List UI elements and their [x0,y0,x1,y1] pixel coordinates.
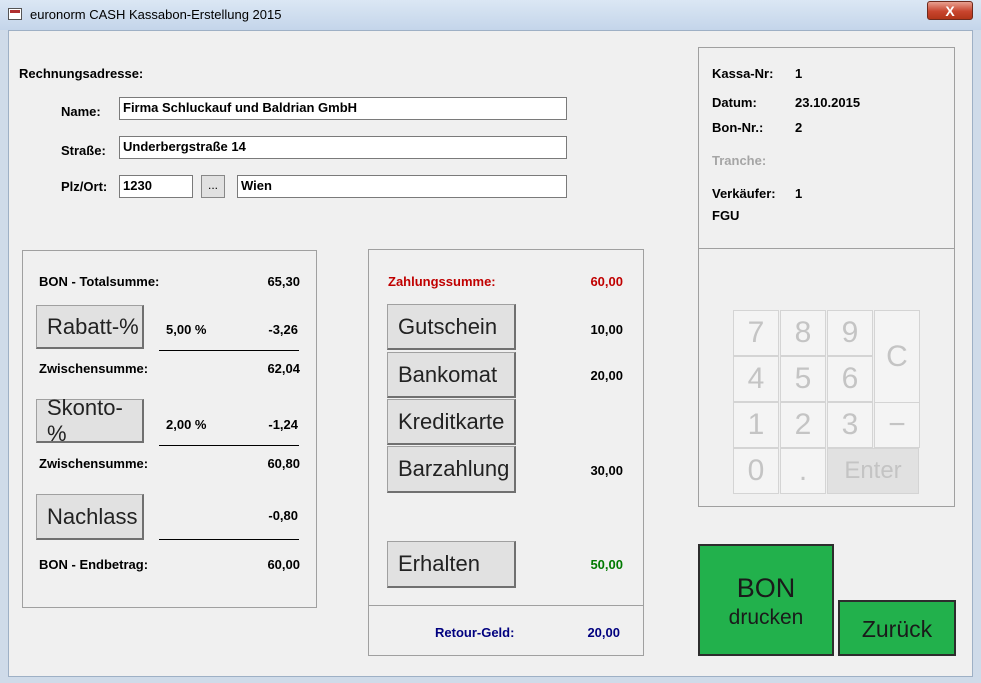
numeric-keypad: 7 8 9 C 4 5 6 1 2 3 − 0 . Enter [733,310,923,494]
skonto-percent: 2,00 % [166,417,207,432]
key-7[interactable]: 7 [733,310,779,356]
nachlass-button[interactable]: Nachlass [36,494,144,540]
zwischensumme1-label: Zwischensumme: [39,361,149,376]
city-field[interactable]: Wien [237,175,567,198]
window-title: euronorm CASH Kassabon-Erstellung 2015 [30,7,282,22]
key-0[interactable]: 0 [733,448,779,494]
gutschein-button[interactable]: Gutschein [387,304,516,350]
bon-nr-label: Bon-Nr.: [712,120,764,135]
street-label: Straße: [61,143,106,158]
rabatt-value: -3,26 [268,322,298,337]
erhalten-value: 50,00 [590,557,623,572]
key-9[interactable]: 9 [827,310,873,356]
address-heading: Rechnungsadresse: [19,66,144,81]
rabatt-underline [159,350,299,351]
kassa-label: Kassa-Nr: [712,66,774,81]
bon-nr-value: 2 [795,120,803,135]
zip-lookup-button[interactable]: ... [201,175,225,198]
kassa-value: 1 [795,66,803,81]
street-field[interactable]: Underbergstraße 14 [119,136,567,159]
barzahlung-button[interactable]: Barzahlung [387,446,516,493]
gutschein-value: 10,00 [590,322,623,337]
tranche-label: Tranche: [712,153,767,168]
skonto-value: -1,24 [268,417,298,432]
retour-value: 20,00 [587,625,620,640]
total-label: BON - Totalsumme: [39,274,160,289]
key-5[interactable]: 5 [780,356,826,402]
nachlass-underline [159,539,299,540]
name-field[interactable]: Firma Schluckauf und Baldrian GmbH [119,97,567,120]
zahlungssumme-value: 60,00 [590,274,623,289]
retour-label: Retour-Geld: [435,625,515,640]
key-minus[interactable]: − [874,402,920,448]
key-clear[interactable]: C [874,310,920,403]
zurueck-button[interactable]: Zurück [838,600,956,656]
bankomat-value: 20,00 [590,368,623,383]
verkaeufer-value: 1 [795,186,803,201]
endbetrag-label: BON - Endbetrag: [39,557,149,572]
zwischensumme1-value: 62,04 [267,361,300,376]
nachlass-value: -0,80 [268,508,298,523]
info-divider [699,248,954,249]
key-6[interactable]: 6 [827,356,873,402]
rabatt-button[interactable]: Rabatt-% [36,305,144,349]
city-label: Plz/Ort: [61,179,108,194]
bon-drucken-line2: drucken [728,606,804,629]
skonto-underline [159,445,299,446]
datum-value: 23.10.2015 [795,95,861,110]
zwischensumme2-value: 60,80 [267,456,300,471]
verkaeufer-label: Verkäufer: [712,186,776,201]
total-value: 65,30 [267,274,300,289]
bankomat-button[interactable]: Bankomat [387,352,516,398]
zwischensumme2-label: Zwischensumme: [39,456,149,471]
zahlungssumme-label: Zahlungssumme: [388,274,496,289]
name-label: Name: [61,104,101,119]
bon-drucken-line1: BON [736,573,796,603]
verkaeufer-name: FGU [712,208,740,223]
barzahlung-value: 30,00 [590,463,623,478]
zip-field[interactable]: 1230 [119,175,193,198]
erhalten-button[interactable]: Erhalten [387,541,516,588]
key-2[interactable]: 2 [780,402,826,448]
payment-divider [369,605,643,606]
datum-label: Datum: [712,95,757,110]
rabatt-percent: 5,00 % [166,322,207,337]
key-1[interactable]: 1 [733,402,779,448]
key-enter[interactable]: Enter [827,448,919,494]
endbetrag-value: 60,00 [267,557,300,572]
key-4[interactable]: 4 [733,356,779,402]
app-icon [8,8,22,20]
bon-drucken-button[interactable]: BON drucken [698,544,834,656]
skonto-button[interactable]: Skonto-% [36,395,144,446]
kreditkarte-button[interactable]: Kreditkarte [387,399,516,445]
close-button[interactable]: X [927,1,973,20]
key-8[interactable]: 8 [780,310,826,356]
key-dot[interactable]: . [780,448,826,494]
key-3[interactable]: 3 [827,402,873,448]
